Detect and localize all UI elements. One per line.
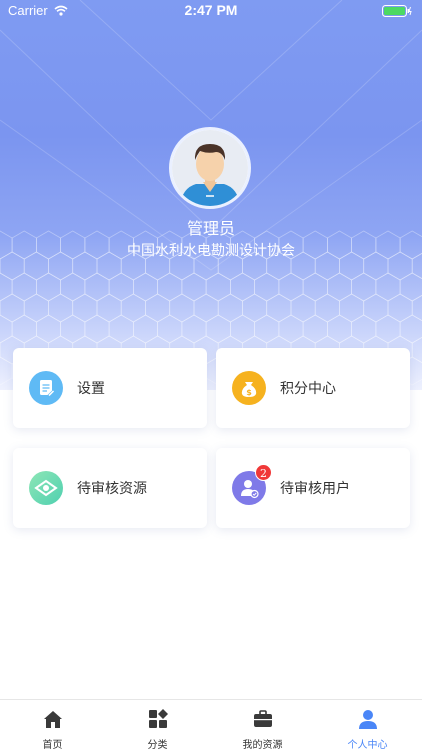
clock: 2:47 PM <box>184 2 238 18</box>
profile-organization: 中国水利水电勘测设计协会 <box>127 243 295 259</box>
tab-category[interactable]: 分类 <box>105 700 210 750</box>
tab-category-label: 分类 <box>147 740 168 750</box>
points-center-label: 积分中心 <box>280 381 336 397</box>
pending-resources-card[interactable]: 待审核资源 <box>13 448 207 528</box>
avatar[interactable] <box>169 127 251 209</box>
person-icon <box>359 710 377 729</box>
pending-users-card[interactable]: 2 待审核用户 <box>216 448 410 528</box>
svg-text:$: $ <box>246 388 252 397</box>
tab-personal-center-label: 个人中心 <box>347 740 388 750</box>
pending-resources-label: 待审核资源 <box>77 481 147 497</box>
profile-name: 管理员 <box>186 219 235 238</box>
notification-badge: 2 <box>255 464 272 481</box>
avatar-illustration <box>172 130 248 206</box>
profile-header: Carrier 2:47 PM 管理员 中国水利水电勘测设计协会 <box>0 0 422 390</box>
home-icon <box>44 711 62 728</box>
document-edit-icon <box>29 371 63 405</box>
tab-personal-center[interactable]: 个人中心 <box>315 700 420 750</box>
settings-card[interactable]: 设置 <box>13 348 207 428</box>
points-center-card[interactable]: $ 积分中心 <box>216 348 410 428</box>
tab-my-resources-label: 我的资源 <box>242 740 283 750</box>
settings-label: 设置 <box>77 381 105 397</box>
status-bar: Carrier 2:47 PM <box>0 0 422 22</box>
tab-home-label: 首页 <box>42 740 63 750</box>
pending-users-label: 待审核用户 <box>280 481 350 497</box>
money-bag-icon: $ <box>232 371 266 405</box>
category-grid-icon <box>149 709 168 728</box>
battery-icon <box>382 5 412 20</box>
eye-icon <box>29 471 63 505</box>
tab-home[interactable]: 首页 <box>0 700 105 750</box>
tab-my-resources[interactable]: 我的资源 <box>210 700 315 750</box>
tab-bar: 首页 分类 我的资源 个人中心 <box>0 699 422 750</box>
briefcase-icon <box>254 710 272 727</box>
